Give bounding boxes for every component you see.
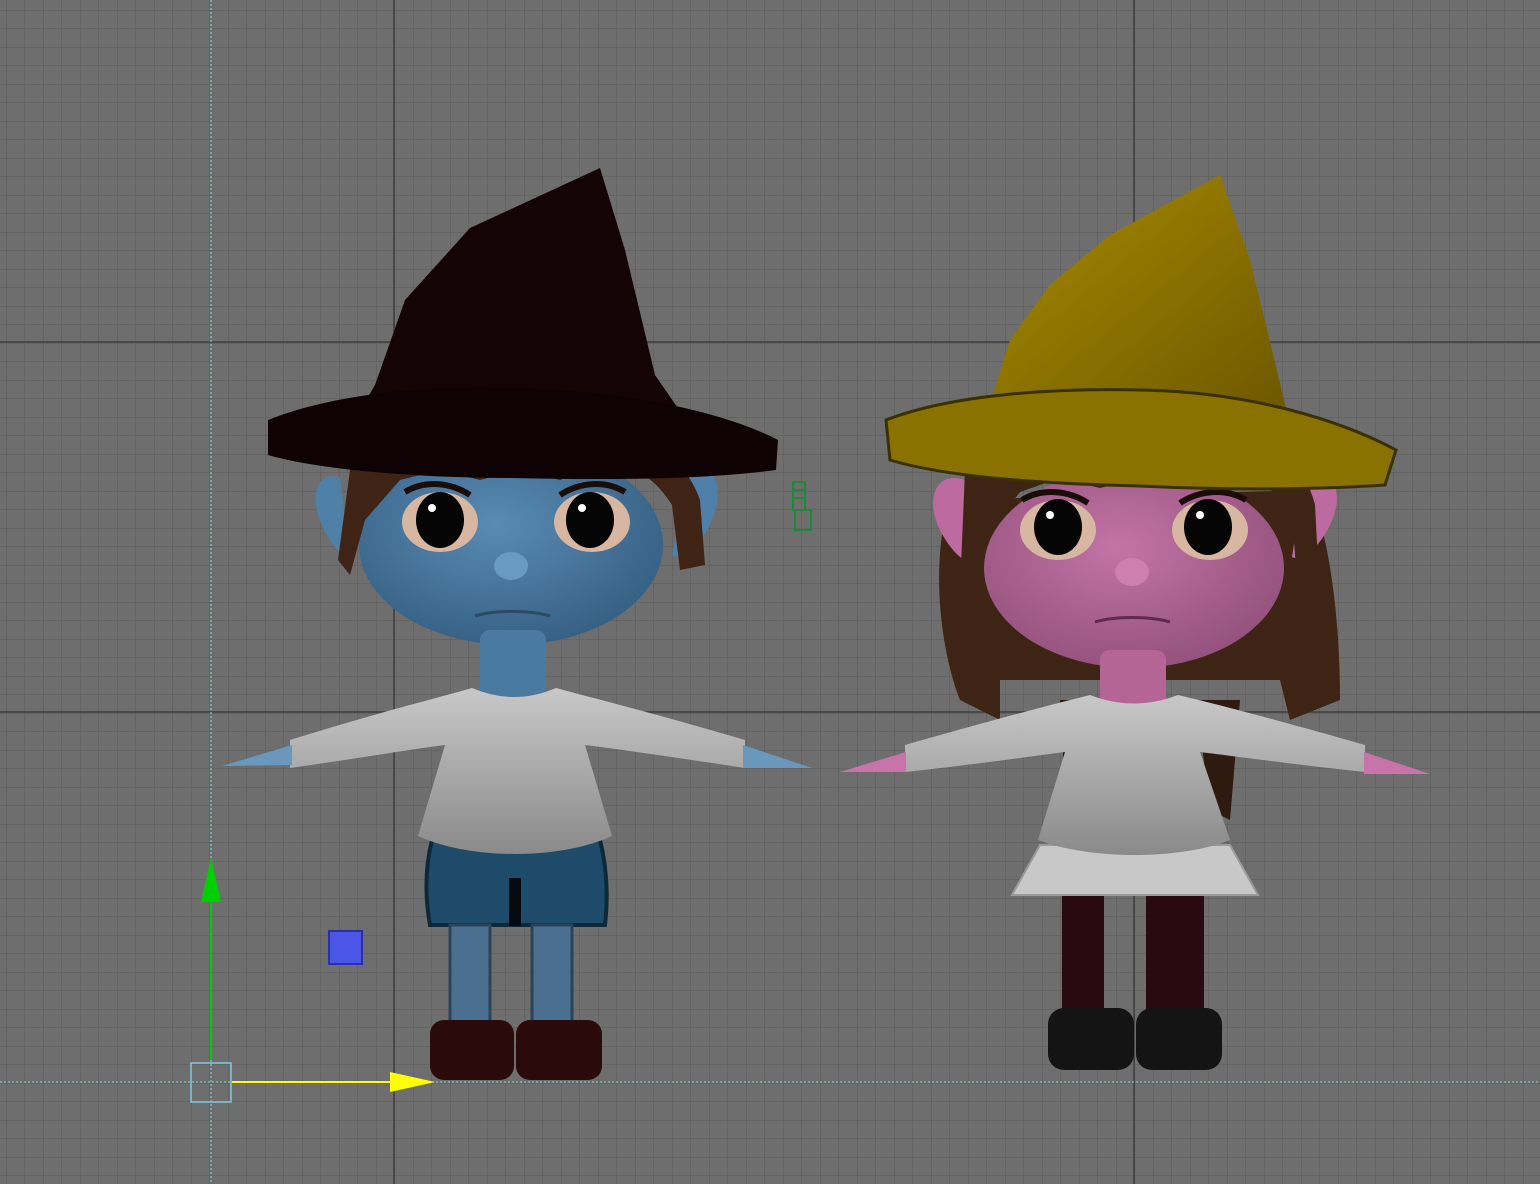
boy-eye-shine-right: [578, 504, 586, 512]
boy-neck: [480, 630, 546, 700]
boy-pupil-left: [416, 492, 464, 548]
girl-pupil-right: [1184, 499, 1232, 555]
maya-front-viewport[interactable]: [0, 0, 1540, 1184]
girl-leg-right: [1146, 890, 1204, 1020]
boy-leg-right: [530, 923, 574, 1032]
boy-shorts-gap: [509, 878, 521, 926]
girl-pupil-left: [1034, 499, 1082, 555]
manipulator-z-plane-handle[interactable]: [328, 930, 363, 965]
girl-shoe-right: [1136, 1008, 1222, 1070]
girl-eye-shine-right: [1196, 511, 1204, 519]
boy-nose: [494, 552, 528, 580]
girl-shoe-left: [1048, 1008, 1134, 1070]
girl-eye-shine-left: [1046, 511, 1054, 519]
boy-leg-left: [448, 923, 492, 1032]
boy-shoe-right: [516, 1020, 602, 1080]
boy-pupil-right: [566, 492, 614, 548]
boy-shoe-left: [430, 1020, 514, 1080]
girl-leg-left: [1062, 890, 1104, 1020]
boy-eye-shine-left: [428, 504, 436, 512]
girl-nose: [1115, 558, 1149, 586]
